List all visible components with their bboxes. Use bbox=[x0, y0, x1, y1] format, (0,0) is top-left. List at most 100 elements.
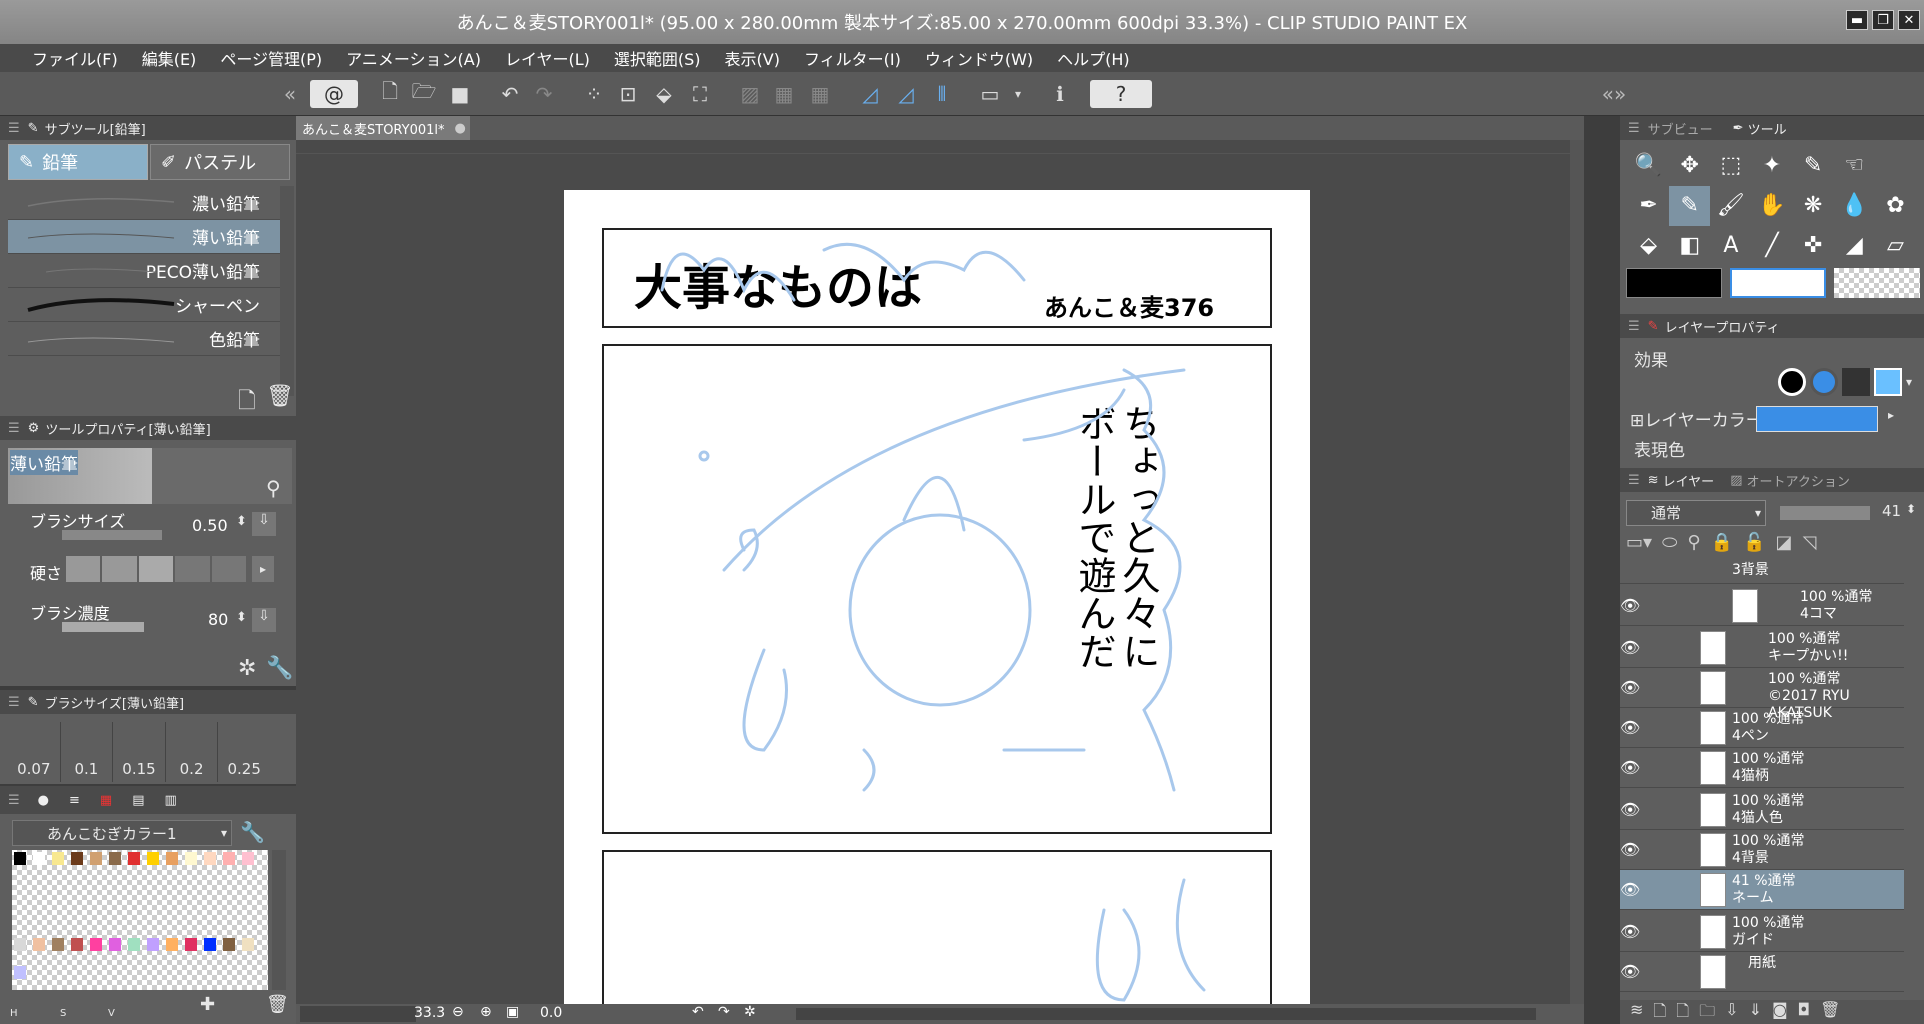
layer-row[interactable]: 👁 100 %通常 ©2017 RYU AKATSUK bbox=[1620, 668, 1904, 721]
brush-size-preset[interactable]: 0.1 bbox=[61, 722, 114, 782]
canvas-hscroll[interactable] bbox=[796, 1008, 1536, 1020]
opacity-slider[interactable] bbox=[1780, 506, 1870, 520]
layer-color-icon[interactable]: ▭▾ bbox=[1626, 532, 1652, 560]
clear-selection-icon[interactable]: ⁘ bbox=[580, 80, 608, 108]
color-swatch[interactable] bbox=[204, 938, 216, 951]
color-swatch[interactable] bbox=[128, 852, 140, 865]
color-swatch[interactable] bbox=[223, 938, 235, 951]
menu-file[interactable]: ファイル(F) bbox=[20, 46, 130, 70]
color-swatch[interactable] bbox=[223, 852, 235, 865]
approx-color-tab-icon[interactable]: ▥ bbox=[165, 793, 177, 808]
wrench-icon[interactable]: 🔧 bbox=[240, 820, 265, 844]
canvas-vscroll[interactable] bbox=[1570, 140, 1584, 1004]
redo-icon[interactable]: ↷ bbox=[530, 80, 558, 108]
layer-color-swatch[interactable] bbox=[1756, 406, 1878, 432]
tab-pastel[interactable]: ✐ パステル bbox=[150, 144, 290, 180]
panel-menu-icon[interactable]: ☰ bbox=[8, 121, 20, 136]
mask-icon[interactable]: ◪ bbox=[1775, 532, 1792, 560]
move-tool-icon[interactable]: ✥ bbox=[1669, 146, 1710, 186]
clip-icon[interactable]: ⬭ bbox=[1662, 532, 1677, 560]
close-icon[interactable]: ✕ bbox=[1898, 10, 1920, 30]
tone-effect-icon[interactable] bbox=[1842, 368, 1870, 396]
transfer-down-icon[interactable]: ⇩ bbox=[1725, 1000, 1738, 1024]
color-swatch[interactable] bbox=[204, 852, 216, 865]
chevron-down-icon[interactable]: ▾ bbox=[1906, 368, 1920, 396]
panel-menu-icon[interactable]: ☰ bbox=[1628, 319, 1640, 334]
color-swatch[interactable] bbox=[71, 938, 83, 951]
brush-size-preset[interactable]: 0.2 bbox=[166, 722, 219, 782]
clip-studio-icon[interactable]: @ bbox=[310, 80, 358, 108]
tab-layer[interactable]: レイヤー bbox=[1663, 471, 1715, 490]
save-icon[interactable]: ■ bbox=[446, 80, 474, 108]
snap-ruler-icon[interactable]: ◿ bbox=[856, 80, 884, 108]
grid-icon[interactable]: ▦ bbox=[770, 80, 798, 108]
color-swatch[interactable] bbox=[109, 938, 121, 951]
color-swatch-grid[interactable] bbox=[12, 850, 268, 990]
layer-row[interactable]: 👁 100 %通常 4ペン bbox=[1620, 708, 1904, 748]
eye-icon[interactable]: 👁 bbox=[1620, 638, 1640, 658]
selection-tool-icon[interactable]: ⬚ bbox=[1710, 146, 1751, 186]
eye-icon[interactable]: 👁 bbox=[1620, 678, 1640, 698]
layer-row[interactable]: 👁 100 %通常 4背景 bbox=[1620, 830, 1904, 870]
angle-value[interactable]: 0.0 bbox=[540, 1005, 562, 1021]
color-swatch[interactable] bbox=[242, 852, 254, 865]
brush-light-pencil[interactable]: 薄い鉛筆 bbox=[8, 220, 280, 254]
eyedropper-tool-icon[interactable]: ✎ bbox=[1793, 146, 1834, 186]
transform-icon[interactable]: ⛶ bbox=[686, 80, 714, 108]
decoration-tool-icon[interactable]: ✿ bbox=[1875, 186, 1916, 226]
palette-scrollbar[interactable] bbox=[272, 850, 286, 990]
new-vector-layer-icon[interactable]: 🗋 bbox=[1676, 1000, 1689, 1024]
text-tool-icon[interactable]: A bbox=[1710, 226, 1751, 266]
eye-icon[interactable]: 👁 bbox=[1620, 758, 1640, 778]
ruler-icon[interactable]: ▦ bbox=[806, 80, 834, 108]
layer-row[interactable]: 👁 100 %通常 4コマ bbox=[1620, 586, 1904, 626]
fill-icon[interactable]: ⬙ bbox=[650, 80, 678, 108]
menu-layer[interactable]: レイヤー(L) bbox=[493, 46, 602, 70]
open-file-icon[interactable]: 🗁 bbox=[410, 79, 438, 108]
zoom-out-icon[interactable]: ⊖ bbox=[452, 1004, 464, 1020]
color-swatch[interactable] bbox=[185, 938, 197, 951]
brush-size-preset[interactable]: 0.07 bbox=[8, 722, 61, 782]
menu-edit[interactable]: 編集(E) bbox=[130, 46, 209, 70]
layer-row[interactable]: 👁 100 %通常 4猫柄 bbox=[1620, 748, 1904, 788]
new-raster-layer-icon[interactable]: 🗋 bbox=[1653, 1000, 1666, 1024]
tab-auto-action[interactable]: オートアクション bbox=[1746, 471, 1849, 490]
density-value[interactable]: 80 bbox=[208, 610, 228, 629]
collapse-right-icon[interactable]: «» bbox=[1600, 80, 1628, 108]
brush-size-slider[interactable] bbox=[62, 530, 162, 540]
line-correct-tool-icon[interactable]: ◢ bbox=[1834, 226, 1875, 266]
reference-icon[interactable]: ⚲ bbox=[1687, 532, 1700, 560]
hardness-selector[interactable] bbox=[66, 556, 247, 582]
menu-window[interactable]: ウィンドウ(W) bbox=[913, 46, 1045, 70]
navigator-thumb[interactable] bbox=[300, 1006, 416, 1022]
fit-icon[interactable]: ▣ bbox=[506, 1004, 519, 1020]
document-tab[interactable]: あんこ＆麦STORY001l* ● bbox=[296, 116, 470, 140]
color-swatch[interactable] bbox=[90, 852, 102, 865]
pressure-icon[interactable]: ⇩ bbox=[252, 512, 276, 536]
reset-rotate-icon[interactable]: ✲ bbox=[744, 1004, 756, 1020]
mask-add-icon[interactable]: ◙ bbox=[1772, 1000, 1788, 1024]
border-effect-icon[interactable] bbox=[1778, 368, 1806, 396]
brush-dark-pencil[interactable]: 濃い鉛筆 bbox=[8, 186, 280, 220]
color-swatch[interactable] bbox=[14, 852, 26, 865]
manga-page[interactable]: 大事なものは あんこ＆麦376 ちょっと久々に ボールで遊んだ bbox=[564, 190, 1310, 1004]
sub-color-swatch[interactable] bbox=[1730, 268, 1826, 298]
brush-size-value[interactable]: 0.50 bbox=[192, 516, 228, 535]
color-swatch[interactable] bbox=[242, 938, 254, 951]
zoom-tool-icon[interactable]: 🔍 bbox=[1628, 146, 1669, 186]
layer-row[interactable]: 👁 41 %通常 ネーム bbox=[1620, 870, 1904, 910]
color-swatch[interactable] bbox=[166, 938, 178, 951]
eye-icon[interactable]: 👁 bbox=[1620, 922, 1640, 942]
snap-special-icon[interactable]: ◿ bbox=[892, 80, 920, 108]
brush-settings-icon[interactable]: ⚲ bbox=[266, 476, 281, 500]
color-swatch[interactable] bbox=[166, 852, 178, 865]
color-swatch[interactable] bbox=[71, 852, 83, 865]
close-tab-icon[interactable]: ● bbox=[455, 121, 466, 136]
panel-menu-icon[interactable]: ☰ bbox=[8, 421, 20, 436]
menu-filter[interactable]: フィルター(I) bbox=[792, 46, 913, 70]
brush-tool-icon[interactable]: 🖌 bbox=[1710, 186, 1751, 226]
hand-tool-icon[interactable]: ✋ bbox=[1751, 186, 1792, 226]
crop-icon[interactable]: ⊡ bbox=[614, 80, 642, 108]
figure-tool-icon[interactable]: ╱ bbox=[1751, 226, 1792, 266]
opacity-value[interactable]: 41 bbox=[1882, 502, 1901, 520]
